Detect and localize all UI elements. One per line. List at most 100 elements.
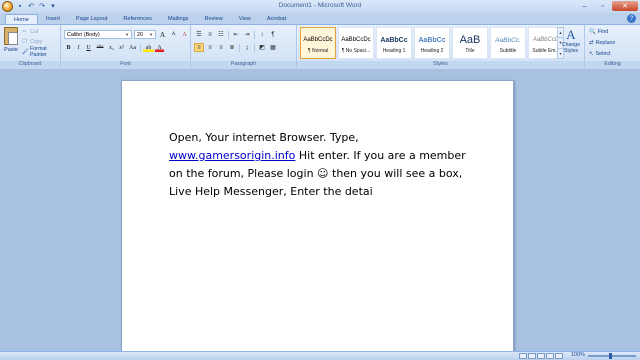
cut-button[interactable]: ✂ Cut: [22, 28, 38, 36]
style-name: Subtle Em...: [532, 48, 560, 54]
document-page[interactable]: Open, Your internet Browser. Type, www.g…: [121, 80, 514, 355]
decrease-indent-icon[interactable]: ⇤: [231, 30, 241, 39]
tab-review[interactable]: Review: [196, 14, 230, 24]
select-button[interactable]: ↖ Select: [589, 49, 611, 58]
tab-mailings[interactable]: Mailings: [160, 14, 197, 24]
style-normal[interactable]: AaBbCcDc ¶ Normal: [300, 27, 336, 59]
subscript-button[interactable]: x₂: [107, 43, 116, 52]
tab-page-layout[interactable]: Page Layout: [68, 14, 115, 24]
divider: [140, 43, 141, 52]
close-icon[interactable]: ✕: [612, 1, 638, 11]
font-color-button[interactable]: A: [155, 43, 164, 52]
word-window: ▪ ↶ ↷ ▾ Document1 - Microsoft Word – ▫ ✕…: [0, 0, 640, 360]
hyperlink[interactable]: www.gamersorigin.info: [169, 149, 295, 162]
paste-button[interactable]: Paste: [2, 27, 20, 57]
clipboard-group-label: Clipboard: [0, 61, 60, 69]
copy-button[interactable]: ❐ Copy: [22, 38, 42, 46]
ribbon-tabs: Home Insert Page Layout References Maili…: [0, 13, 640, 24]
editing-group: 🔍 Find ⇄ Replace ↖ Select Editing: [585, 25, 640, 69]
status-bar: 100%: [0, 351, 640, 360]
divider: [228, 30, 229, 39]
cursor-icon: ↖: [589, 50, 594, 57]
change-case-button[interactable]: Aa: [127, 43, 138, 52]
document-body[interactable]: Open, Your internet Browser. Type, www.g…: [169, 129, 489, 201]
window-title: Document1 - Microsoft Word: [278, 2, 362, 9]
styles-group: AaBbCcDc ¶ Normal AaBbCcDc ¶ No Spaci...…: [297, 25, 585, 69]
tab-acrobat[interactable]: Acrobat: [259, 14, 294, 24]
tab-insert[interactable]: Insert: [38, 14, 68, 24]
change-styles-button[interactable]: A Change Styles: [559, 27, 583, 59]
divider: [239, 43, 240, 52]
scissors-icon: ✂: [22, 29, 27, 35]
shading-icon[interactable]: ◩: [257, 43, 267, 52]
font-size-value: 20: [137, 31, 143, 38]
style-title[interactable]: AaB Title: [452, 27, 488, 59]
replace-icon: ⇄: [589, 39, 594, 46]
style-heading-2[interactable]: AaBbCc Heading 2: [414, 27, 450, 59]
help-icon[interactable]: ?: [627, 14, 636, 23]
multilevel-list-icon[interactable]: ☷: [216, 30, 226, 39]
style-name: Title: [465, 48, 475, 54]
tab-references[interactable]: References: [115, 14, 160, 24]
style-sample: AaBbCc.: [495, 36, 521, 44]
select-label: Select: [595, 50, 611, 57]
font-row-bottom: B I U abe x₂ x² Aa ab A: [64, 43, 164, 52]
outline-icon[interactable]: [546, 353, 554, 359]
replace-button[interactable]: ⇄ Replace: [589, 38, 615, 47]
minimize-icon[interactable]: –: [576, 1, 593, 11]
highlight-button[interactable]: ab: [143, 43, 154, 52]
style-no-spacing[interactable]: AaBbCcDc ¶ No Spaci...: [338, 27, 374, 59]
style-sample: AaB: [459, 34, 481, 46]
editing-group-label: Editing: [585, 61, 640, 69]
numbering-icon[interactable]: ≡: [205, 30, 215, 39]
format-painter-button[interactable]: 🖌 Format Painter: [22, 46, 60, 58]
zoom-slider[interactable]: [588, 355, 636, 357]
tab-view[interactable]: View: [231, 14, 259, 24]
window-controls: – ▫ ✕: [576, 1, 638, 11]
draft-icon[interactable]: [555, 353, 563, 359]
superscript-button[interactable]: x²: [117, 43, 126, 52]
paragraph-row-bottom: ≡ ≡ ≡ ≣ ↨ ◩ ▦: [194, 43, 278, 52]
divider: [254, 30, 255, 39]
style-subtitle[interactable]: AaBbCc. Subtitle: [490, 27, 526, 59]
zoom-slider-thumb[interactable]: [609, 353, 612, 359]
show-marks-icon[interactable]: ¶: [268, 30, 278, 39]
align-center-icon[interactable]: ≡: [205, 43, 215, 52]
replace-label: Replace: [595, 39, 616, 46]
justify-icon[interactable]: ≣: [227, 43, 237, 52]
styles-group-label: Styles: [297, 61, 584, 69]
chevron-down-icon: ▼: [125, 32, 129, 37]
align-left-icon[interactable]: ≡: [194, 43, 204, 52]
bold-button[interactable]: B: [64, 43, 73, 52]
underline-button[interactable]: U: [84, 43, 93, 52]
bullets-icon[interactable]: ☰: [194, 30, 204, 39]
change-styles-label-2: Styles: [563, 48, 579, 54]
style-sample: AaBbCcDc: [303, 37, 333, 43]
web-layout-icon[interactable]: [537, 353, 545, 359]
paste-label: Paste: [4, 47, 18, 53]
find-button[interactable]: 🔍 Find: [589, 27, 608, 36]
increase-indent-icon[interactable]: ⇥: [242, 30, 252, 39]
borders-icon[interactable]: ▦: [268, 43, 278, 52]
doc-line-2: www.gamersorigin.info Hit enter. If you …: [169, 147, 489, 165]
print-layout-icon[interactable]: [519, 353, 527, 359]
clipboard-group: Paste ✂ Cut ❐ Copy 🖌 Format Painter Clip…: [0, 25, 61, 69]
font-name-combo[interactable]: Calibri (Body) ▼: [64, 30, 132, 39]
strikethrough-button[interactable]: abe: [94, 43, 106, 52]
shrink-font-button[interactable]: A: [169, 30, 178, 39]
full-screen-icon[interactable]: [528, 353, 536, 359]
font-size-combo[interactable]: 20 ▼: [134, 30, 156, 39]
clear-formatting-button[interactable]: A: [180, 30, 189, 39]
divider: [254, 43, 255, 52]
cut-label: Cut: [30, 29, 39, 35]
style-heading-1[interactable]: AaBbCc Heading 1: [376, 27, 412, 59]
maximize-icon[interactable]: ▫: [594, 1, 611, 11]
sort-icon[interactable]: ↕: [257, 30, 267, 39]
zoom-level[interactable]: 100%: [571, 352, 585, 358]
align-right-icon[interactable]: ≡: [216, 43, 226, 52]
clipboard-icon: [4, 27, 18, 45]
grow-font-button[interactable]: A: [158, 30, 167, 39]
tab-home[interactable]: Home: [5, 14, 38, 24]
italic-button[interactable]: I: [74, 43, 83, 52]
line-spacing-icon[interactable]: ↨: [242, 43, 252, 52]
